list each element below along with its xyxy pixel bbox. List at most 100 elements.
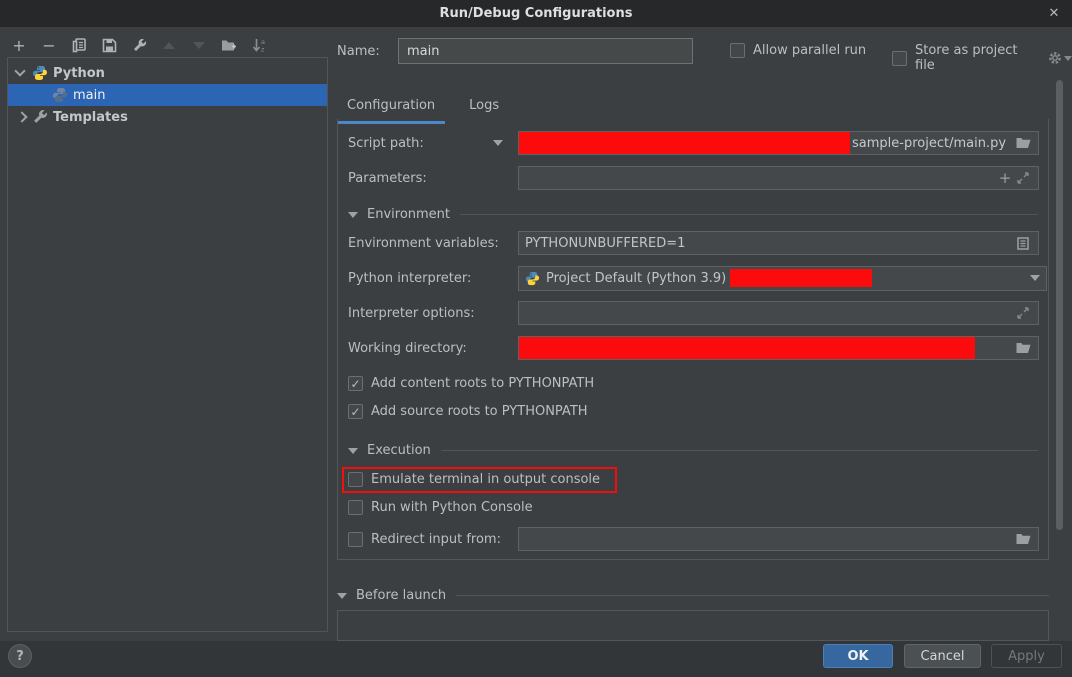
section-execution[interactable]: Execution (348, 443, 1038, 458)
vertical-scrollbar[interactable] (1056, 80, 1063, 530)
dialog-title: Run/Debug Configurations (440, 6, 633, 21)
tree-item-python[interactable]: Python (8, 62, 327, 84)
interpreter-options-field[interactable] (518, 301, 1039, 325)
tree-item-label: Templates (53, 110, 128, 125)
browse-folder-icon[interactable] (1014, 135, 1032, 151)
plus-icon: + (12, 36, 25, 55)
expand-field-icon[interactable] (1014, 170, 1032, 186)
working-directory-row: Working directory: (338, 336, 1048, 360)
browse-env-vars-icon[interactable] (1014, 235, 1032, 251)
configurations-tree: Python main Templates (7, 57, 328, 632)
new-folder-button[interactable] (220, 36, 238, 54)
move-up-button[interactable] (160, 36, 178, 54)
remove-configuration-button[interactable]: − (40, 36, 58, 54)
macros-plus-icon[interactable]: + (996, 170, 1014, 186)
browse-folder-icon[interactable] (1014, 531, 1032, 547)
wrench-icon (32, 109, 48, 125)
checkbox-icon (348, 472, 363, 487)
checkbox-checked-icon: ✓ (348, 376, 363, 391)
redacted-block (519, 337, 975, 359)
add-source-roots-checkbox[interactable]: ✓ Add source roots to PYTHONPATH (348, 404, 588, 419)
add-configuration-button[interactable]: + (10, 36, 28, 54)
env-vars-row: Environment variables: PYTHONUNBUFFERED=… (338, 231, 1048, 255)
tree-item-templates[interactable]: Templates (8, 106, 327, 128)
checkbox-icon (348, 500, 363, 515)
folder-plus-icon (221, 38, 237, 52)
parameters-field[interactable]: + (518, 166, 1039, 190)
combo-dropdown-icon[interactable] (1030, 275, 1040, 281)
redirect-input-label: Redirect input from: (371, 532, 501, 547)
chevron-right-icon[interactable] (16, 111, 27, 122)
section-title: Before launch (356, 588, 446, 603)
redacted-block (519, 132, 850, 154)
python-icon (525, 271, 540, 286)
edit-templates-button[interactable] (130, 36, 148, 54)
env-vars-value: PYTHONUNBUFFERED=1 (525, 236, 685, 251)
arrow-up-icon (163, 42, 175, 49)
add-source-roots-label: Add source roots to PYTHONPATH (371, 404, 588, 419)
wrench-icon (132, 38, 147, 53)
chevron-down-icon (1064, 56, 1072, 61)
copy-configuration-button[interactable] (70, 36, 88, 54)
emulate-terminal-checkbox[interactable]: Emulate terminal in output console (348, 472, 600, 487)
script-path-label: Script path: (348, 136, 424, 151)
checkbox-icon (730, 43, 745, 58)
save-configuration-button[interactable] (100, 36, 118, 54)
store-options-button[interactable] (1048, 51, 1072, 65)
expand-field-icon[interactable] (1014, 305, 1032, 321)
emulate-terminal-label: Emulate terminal in output console (371, 472, 600, 487)
redirect-input-row: Redirect input from: (338, 527, 1048, 551)
interpreter-row: Python interpreter: Project Default (Pyt… (338, 266, 1048, 290)
redacted-block (730, 269, 872, 287)
ok-button[interactable]: OK (823, 644, 893, 668)
target-type-dropdown-icon[interactable] (493, 140, 503, 146)
collapse-icon (337, 593, 347, 599)
sort-configurations-button[interactable]: az (250, 36, 268, 54)
interpreter-combobox[interactable]: Project Default (Python 3.9) (518, 266, 1047, 291)
cancel-button[interactable]: Cancel (904, 644, 981, 668)
add-content-roots-checkbox[interactable]: ✓ Add content roots to PYTHONPATH (348, 376, 594, 391)
sort-az-icon: az (252, 38, 267, 53)
allow-parallel-run-checkbox[interactable]: Allow parallel run (730, 43, 866, 58)
tree-item-main[interactable]: main (8, 84, 327, 106)
apply-button[interactable]: Apply (991, 644, 1062, 668)
interpreter-options-label: Interpreter options: (348, 306, 475, 321)
parameters-label: Parameters: (348, 171, 427, 186)
redirect-input-field[interactable] (518, 527, 1039, 551)
script-path-field[interactable]: sample-project/main.py (518, 131, 1039, 155)
python-icon (32, 65, 48, 81)
chevron-down-icon[interactable] (14, 65, 25, 76)
save-icon (102, 38, 117, 53)
configurations-toolbar: + − az (10, 33, 268, 57)
working-directory-field[interactable] (518, 336, 1039, 360)
script-path-row: Script path: sample-project/main.py (338, 131, 1048, 155)
dialog-titlebar: Run/Debug Configurations ✕ (0, 0, 1072, 27)
section-before-launch[interactable]: Before launch (337, 588, 1049, 603)
close-icon[interactable]: ✕ (1044, 3, 1064, 23)
store-as-project-file-checkbox[interactable]: Store as project file (892, 43, 1072, 73)
arrow-down-icon (193, 42, 205, 49)
before-launch-task-list[interactable] (337, 610, 1049, 641)
gear-icon (1048, 51, 1062, 65)
browse-folder-icon[interactable] (1014, 340, 1032, 356)
checkbox-icon (892, 51, 907, 66)
parameters-row: Parameters: + (338, 166, 1048, 190)
copy-icon (72, 38, 87, 53)
section-environment[interactable]: Environment (348, 207, 1038, 222)
section-title: Environment (367, 207, 450, 222)
configuration-form: Script path: sample-project/main.py Para… (337, 119, 1049, 560)
run-python-console-checkbox[interactable]: Run with Python Console (348, 500, 533, 515)
interpreter-label: Python interpreter: (348, 271, 471, 286)
interpreter-options-row: Interpreter options: (338, 301, 1048, 325)
svg-text:z: z (261, 45, 265, 53)
section-title: Execution (367, 443, 431, 458)
tree-item-label: main (73, 88, 105, 103)
help-button[interactable]: ? (8, 644, 32, 668)
env-vars-field[interactable]: PYTHONUNBUFFERED=1 (518, 231, 1039, 255)
redirect-input-checkbox[interactable]: Redirect input from: (348, 532, 501, 547)
env-vars-label: Environment variables: (348, 236, 499, 251)
name-input[interactable] (398, 38, 693, 64)
add-content-roots-label: Add content roots to PYTHONPATH (371, 376, 594, 391)
move-down-button[interactable] (190, 36, 208, 54)
checkbox-icon (348, 532, 363, 547)
